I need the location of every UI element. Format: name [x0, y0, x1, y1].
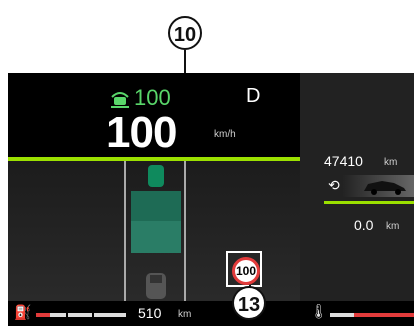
trip-cycle-icon: ⟲	[328, 177, 340, 193]
callout-13: 13	[232, 286, 266, 320]
gear-indicator: D	[246, 85, 261, 107]
temperature-gauge-red	[354, 313, 414, 317]
info-pane	[300, 73, 414, 326]
vehicle-speed: 100	[106, 108, 177, 157]
lane-line-right	[184, 161, 186, 301]
fuel-range-value: 510	[138, 305, 162, 321]
speed-limit-sign: 100	[232, 257, 260, 285]
speed-unit: km/h	[214, 129, 236, 140]
odometer-unit: km	[384, 157, 398, 168]
fuel-gauge-low	[36, 313, 50, 317]
car-side-icon	[342, 175, 414, 197]
cruise-control-icon	[111, 92, 129, 108]
trip-value: 0.0	[354, 217, 374, 233]
lane-visual	[131, 165, 181, 299]
bottom-gauge-bar: ⛽ 510 km 🌡	[8, 301, 414, 326]
lane-line-left	[124, 161, 126, 301]
fuel-pump-icon: ⛽	[14, 304, 32, 320]
fuel-range-unit: km	[178, 309, 192, 320]
trip-unit: km	[386, 221, 400, 232]
callout-10: 10	[168, 16, 202, 50]
odometer-value: 47410	[324, 153, 363, 169]
info-divider-bar	[324, 201, 414, 204]
instrument-cluster: 100 D 100 km/h 100 47410 km ⟲ 0.0 km ⛽ 5…	[8, 73, 414, 326]
coolant-temperature-icon: 🌡	[310, 303, 328, 319]
